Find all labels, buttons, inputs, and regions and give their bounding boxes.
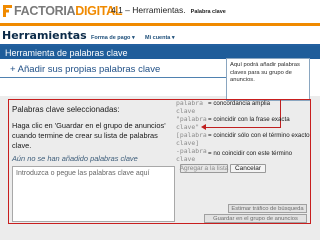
header-divider xyxy=(0,23,320,26)
syntax-exact-desc: = coincidir sólo con el término exacto xyxy=(208,131,310,139)
slide-title-text: 4.1 – Herramientas. xyxy=(111,5,186,15)
syntax-broad-desc: = concordancia amplia xyxy=(208,99,271,107)
annotation-callout: Aquí podrá añadir palabras claves para s… xyxy=(226,58,310,101)
nav-menu-mi-cuenta[interactable]: Mi cuenta ▾ xyxy=(145,33,175,42)
nav-menu-forma-de-pago[interactable]: Forma de pago ▾ xyxy=(91,33,135,42)
factoria-digital-logo: FACTORIA DIGITAL xyxy=(3,4,123,18)
slide-title: 4.1 – Herramientas. Palabra clave xyxy=(111,5,226,17)
selected-keywords-heading: Palabras clave seleccionadas: xyxy=(12,104,120,114)
keywords-textarea[interactable]: Introduzca o pegue las palabras clave aq… xyxy=(12,166,175,222)
syntax-broad-code: palabra clave xyxy=(176,99,203,115)
save-to-ad-group-button[interactable]: Guardar en el grupo de anuncios xyxy=(204,214,307,223)
match-type-legend: palabra clave = concordancia amplia "pal… xyxy=(176,99,310,163)
section-title: Herramienta de palabras clave xyxy=(5,47,128,58)
logo-text-factoria: FACTORIA xyxy=(14,4,76,18)
syntax-exact-code: [palabra clave] xyxy=(176,131,207,147)
syntax-negative-code: -palabra clave xyxy=(176,147,207,163)
slide-subtitle-text: Palabra clave xyxy=(190,9,226,15)
cancel-button[interactable]: Cancelar xyxy=(230,164,266,173)
logo-mark-icon xyxy=(3,5,12,17)
add-own-keywords-link[interactable]: + Añadir sus propias palabras clave xyxy=(10,63,160,76)
top-nav: Forma de pago ▾ Mi cuenta ▾ xyxy=(0,29,320,43)
empty-keywords-text: Aún no se han añadido palabras clave xyxy=(12,153,138,163)
link-underline xyxy=(0,77,228,78)
add-to-list-button[interactable]: Agregar a la lista xyxy=(180,164,228,173)
save-hint-text: Haga clic en 'Guardar en el grupo de anu… xyxy=(12,121,166,150)
syntax-phrase-desc: = coincidir con la frase exacta xyxy=(208,115,290,123)
syntax-phrase-code: "palabra clave" xyxy=(176,115,207,131)
syntax-negative-desc: = no coincidir con este término xyxy=(208,149,293,157)
estimate-traffic-button[interactable]: Estimar tráfico de búsqueda xyxy=(228,204,307,213)
